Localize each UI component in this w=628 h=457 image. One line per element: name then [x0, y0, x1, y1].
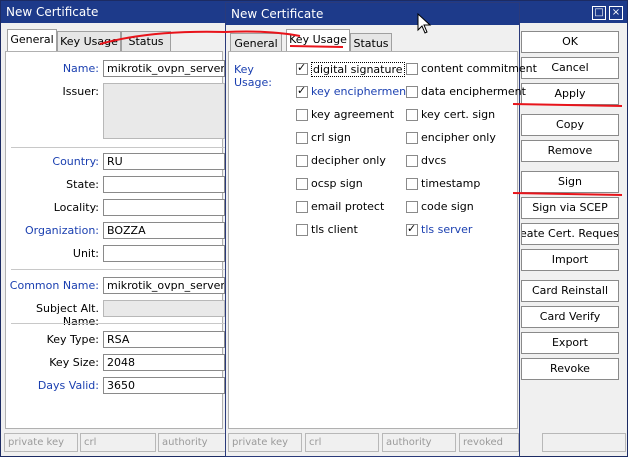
tab-key-usage[interactable]: Key Usage	[57, 31, 121, 51]
name-field[interactable]: mikrotik_ovpn_server	[103, 60, 225, 77]
decipher-only-label[interactable]: decipher only	[311, 154, 386, 167]
status-revoked: revoked	[459, 433, 519, 452]
separator	[11, 269, 225, 270]
common-name-label: Common Name:	[9, 279, 99, 292]
status-authority: authority	[382, 433, 456, 452]
checkbox-dvcs[interactable]	[406, 155, 418, 167]
tls-client-label[interactable]: tls client	[311, 223, 358, 236]
copy-button[interactable]: Copy	[521, 114, 619, 136]
status-empty	[542, 433, 626, 452]
encipher-only-label[interactable]: encipher only	[421, 131, 496, 144]
key-size-field[interactable]: 2048	[103, 354, 225, 371]
create-cert-request-button[interactable]: Create Cert. Request	[521, 223, 619, 245]
common-name-field[interactable]: mikrotik_ovpn_server	[103, 277, 225, 294]
checkbox-content-commitment[interactable]	[406, 63, 418, 75]
tab-status[interactable]: Status	[121, 31, 171, 51]
email-protect-label[interactable]: email protect	[311, 200, 384, 213]
unit-field[interactable]	[103, 245, 225, 262]
back-window-title: New Certificate	[6, 5, 99, 19]
country-label: Country:	[52, 155, 99, 168]
remove-button[interactable]: Remove	[521, 140, 619, 162]
days-valid-field[interactable]: 3650	[103, 377, 225, 394]
ocsp-sign-label[interactable]: ocsp sign	[311, 177, 363, 190]
tab-key-usage[interactable]: Key Usage	[286, 29, 350, 51]
digital-signature-label[interactable]: digital signature	[311, 62, 405, 77]
close-icon[interactable]: ×	[609, 6, 623, 20]
checkbox-key-agreement[interactable]	[296, 109, 308, 121]
import-button[interactable]: Import	[521, 249, 619, 271]
status-authority: authority	[158, 433, 228, 452]
days-valid-label: Days Valid:	[37, 379, 99, 392]
subject-alt-name-field[interactable]	[103, 300, 225, 317]
sign-via-scep-button[interactable]: Sign via SCEP	[521, 197, 619, 219]
key-encipherment-label[interactable]: key encipherment	[311, 85, 410, 98]
sign-button[interactable]: Sign	[521, 171, 619, 193]
dvcs-label[interactable]: dvcs	[421, 154, 446, 167]
key-agreement-label[interactable]: key agreement	[311, 108, 394, 121]
organization-label: Organization:	[24, 224, 99, 237]
data-encipherment-label[interactable]: data encipherment	[421, 85, 526, 98]
key-size-label: Key Size:	[49, 356, 99, 369]
ok-button[interactable]: OK	[521, 31, 619, 53]
tab-status[interactable]: Status	[350, 33, 392, 53]
unit-label: Unit:	[72, 247, 99, 260]
status-private-key: private key	[4, 433, 78, 452]
export-button[interactable]: Export	[521, 332, 619, 354]
checkbox-encipher-only[interactable]	[406, 132, 418, 144]
checkbox-decipher-only[interactable]	[296, 155, 308, 167]
checkbox-digital-signature[interactable]	[296, 61, 308, 75]
code-sign-label[interactable]: code sign	[421, 200, 474, 213]
checkbox-crl-sign[interactable]	[296, 132, 308, 144]
card-reinstall-button[interactable]: Card Reinstall	[521, 280, 619, 302]
crl-sign-label[interactable]: crl sign	[311, 131, 351, 144]
card-verify-button[interactable]: Card Verify	[521, 306, 619, 328]
key-type-label: Key Type:	[46, 333, 99, 346]
separator	[11, 147, 225, 148]
checkbox-tls-server[interactable]	[406, 222, 418, 236]
state-label: State:	[66, 178, 99, 191]
key-cert-sign-label[interactable]: key cert. sign	[421, 108, 495, 121]
issuer-label: Issuer:	[62, 85, 99, 98]
organization-field[interactable]: BOZZA	[103, 222, 225, 239]
key-usage-label: Key Usage:	[234, 63, 272, 89]
front-certificate-window: New Certificate General Key Usage Status…	[225, 2, 537, 457]
separator	[11, 323, 225, 324]
checkbox-timestamp[interactable]	[406, 178, 418, 190]
locality-label: Locality:	[53, 201, 99, 214]
apply-button[interactable]: Apply	[521, 83, 619, 105]
checkbox-data-encipherment[interactable]	[406, 86, 418, 98]
name-label: Name:	[62, 62, 99, 75]
checkbox-key-encipherment[interactable]	[296, 84, 308, 98]
timestamp-label[interactable]: timestamp	[421, 177, 480, 190]
state-field[interactable]	[103, 176, 225, 193]
front-window-titlebar[interactable]: New Certificate	[226, 3, 519, 25]
status-private-key: private key	[228, 433, 302, 452]
status-crl: crl	[305, 433, 379, 452]
status-crl: crl	[80, 433, 156, 452]
tab-general[interactable]: General	[7, 29, 57, 51]
locality-field[interactable]	[103, 199, 225, 216]
checkbox-key-cert-sign[interactable]	[406, 109, 418, 121]
front-window-title: New Certificate	[231, 7, 324, 21]
revoke-button[interactable]: Revoke	[521, 358, 619, 380]
checkbox-code-sign[interactable]	[406, 201, 418, 213]
tab-general[interactable]: General	[230, 33, 282, 53]
subject-alt-name-label: Subject Alt. Name:	[35, 302, 99, 328]
country-field[interactable]: RU	[103, 153, 225, 170]
restore-icon[interactable]: □	[592, 6, 606, 20]
key-type-field[interactable]: RSA	[103, 331, 225, 348]
checkbox-tls-client[interactable]	[296, 224, 308, 236]
tls-server-label[interactable]: tls server	[421, 223, 472, 236]
issuer-field[interactable]	[103, 83, 225, 139]
content-commitment-label[interactable]: content commitment	[421, 62, 537, 75]
checkbox-email-protect[interactable]	[296, 201, 308, 213]
checkbox-ocsp-sign[interactable]	[296, 178, 308, 190]
